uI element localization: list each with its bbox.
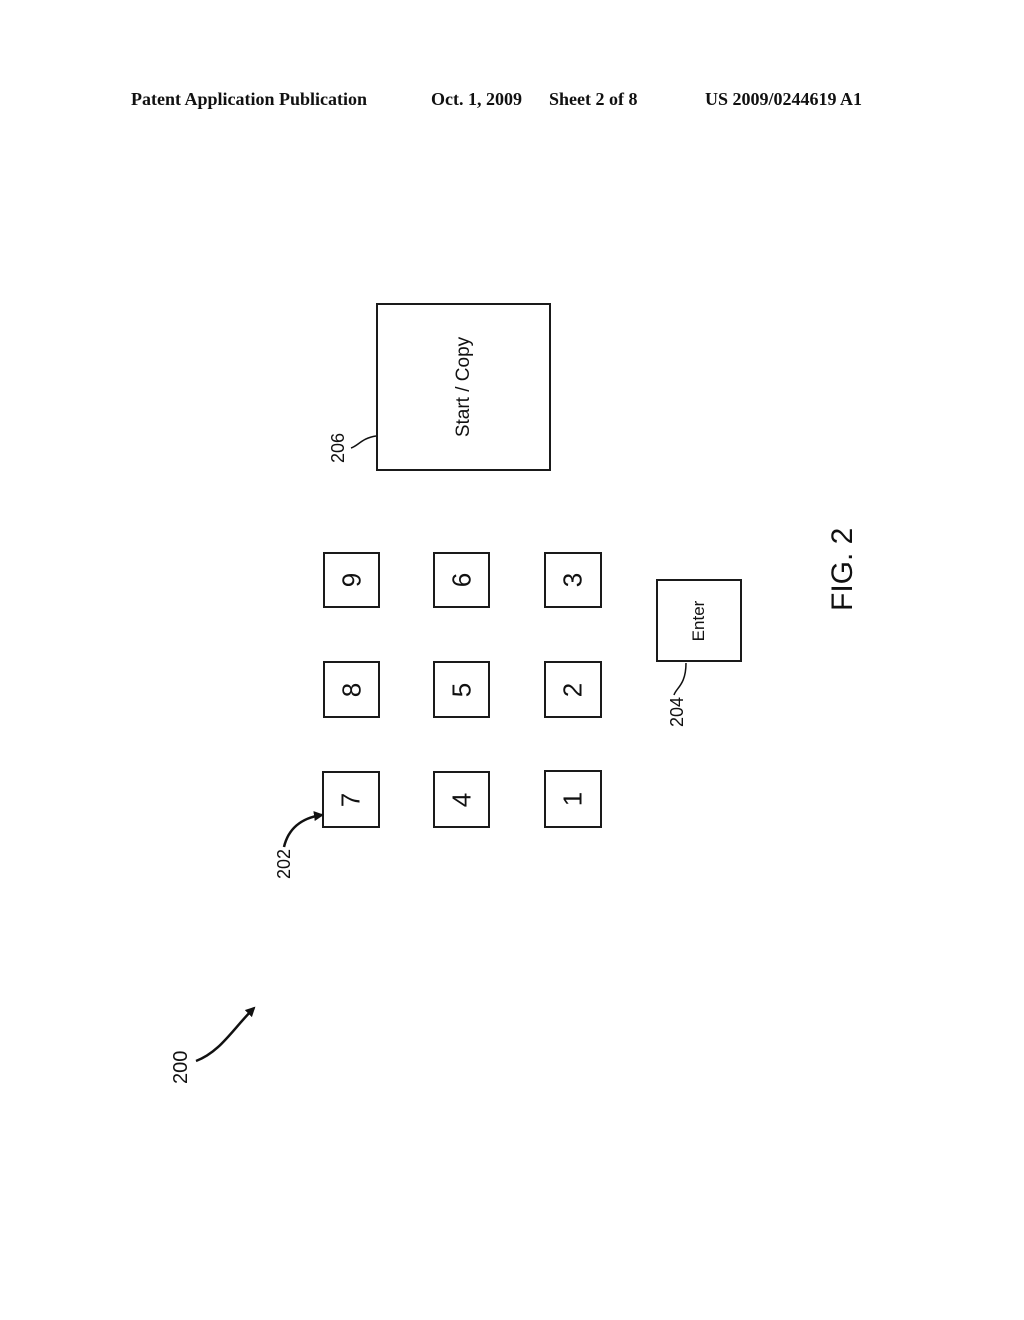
- leader-206: [350, 435, 377, 449]
- leader-204: [673, 662, 687, 696]
- arrow-202: [282, 811, 324, 848]
- arrow-200: [195, 1006, 256, 1063]
- leader-lines: [195, 435, 687, 1063]
